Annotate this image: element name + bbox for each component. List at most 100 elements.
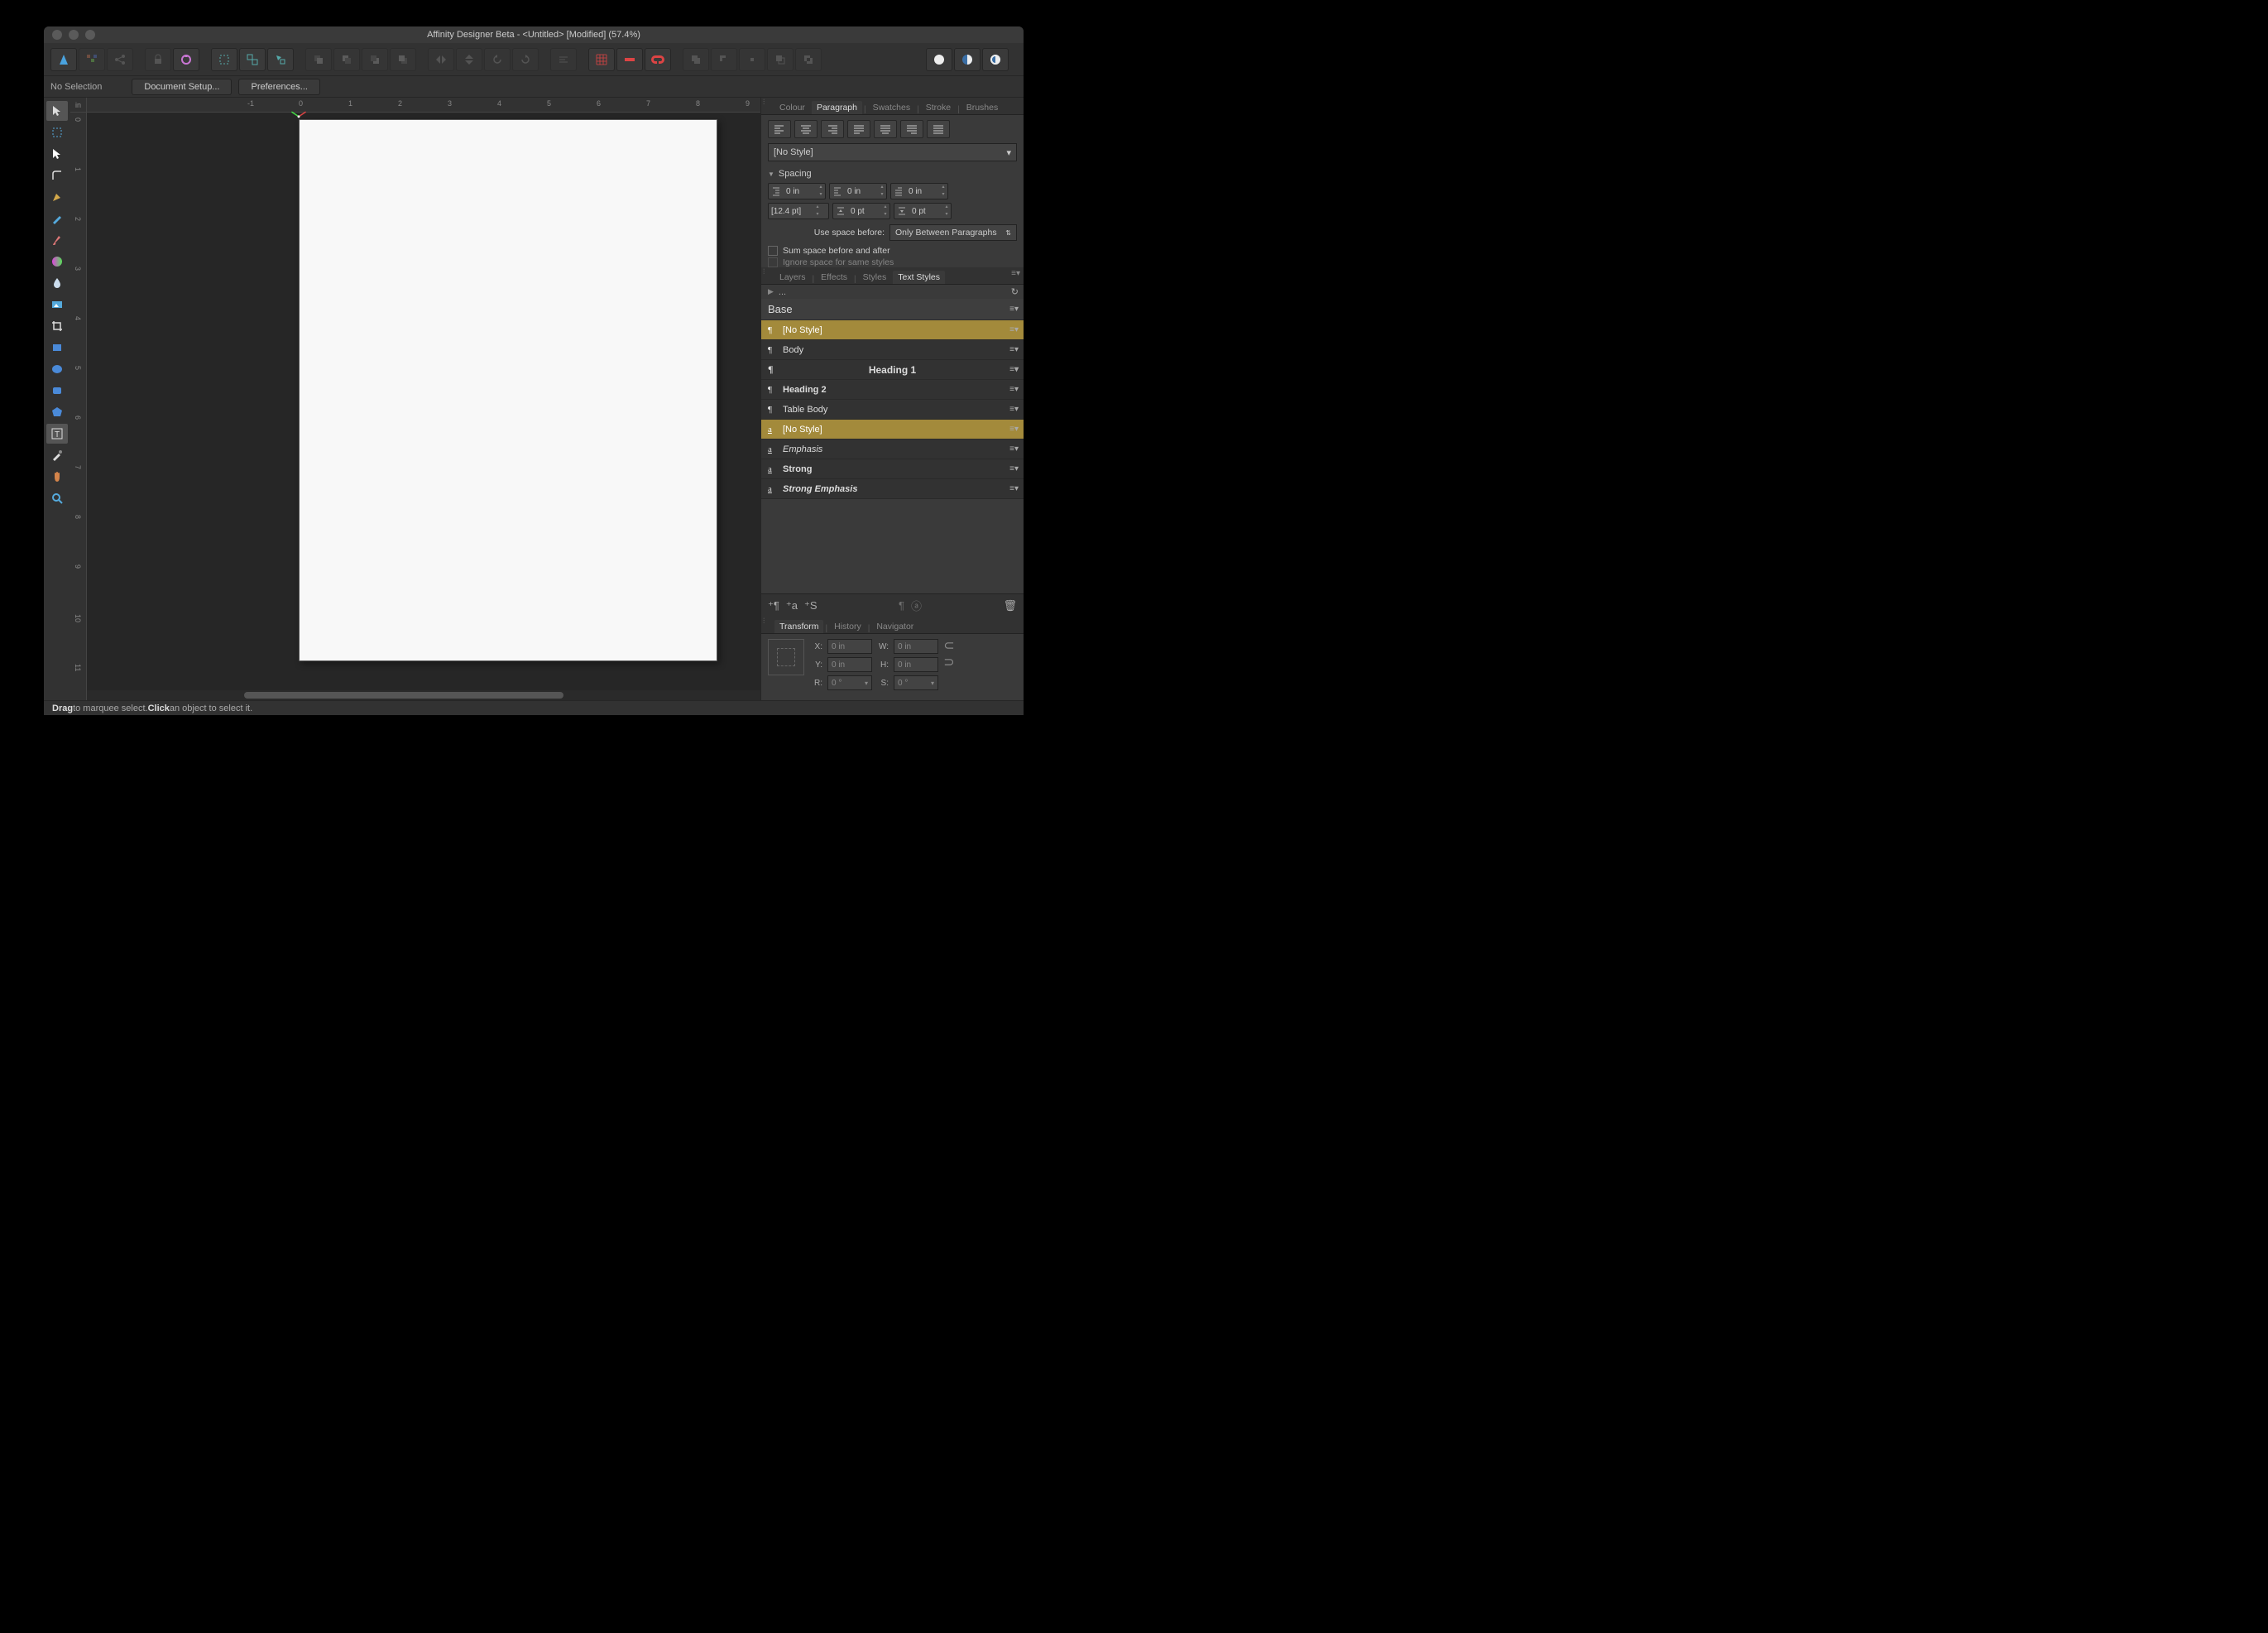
place-image-tool[interactable]: [46, 295, 68, 315]
insert-inside-button[interactable]: [982, 48, 1009, 71]
panel-grip-icon[interactable]: ⫶: [763, 267, 765, 276]
tab-history[interactable]: History: [829, 620, 866, 633]
scrollbar-thumb[interactable]: [244, 692, 563, 699]
style-no-style-character[interactable]: a[No Style]≡▾: [761, 420, 1024, 439]
link-wh-icon[interactable]: ⊂⊃: [945, 639, 953, 669]
row-menu-icon[interactable]: ≡▾: [1009, 405, 1019, 414]
row-menu-icon[interactable]: ≡▾: [1009, 444, 1019, 454]
w-input[interactable]: 0 in: [894, 639, 938, 654]
ruler-horizontal[interactable]: -1 0 1 2 3 4 5 6 7 8 9: [87, 98, 760, 113]
flip-h-button[interactable]: [428, 48, 454, 71]
row-menu-icon[interactable]: ≡▾: [1009, 365, 1019, 374]
artboard[interactable]: [299, 119, 717, 661]
select-all-button[interactable]: [211, 48, 237, 71]
export-persona-button[interactable]: [107, 48, 133, 71]
tab-transform[interactable]: Transform: [774, 620, 823, 633]
r-input[interactable]: 0 °▾: [827, 675, 872, 690]
insert-behind-button[interactable]: [954, 48, 981, 71]
style-heading-2[interactable]: ¶Heading 2≡▾: [761, 380, 1024, 400]
intersect-button[interactable]: [739, 48, 765, 71]
insert-target-button[interactable]: [926, 48, 952, 71]
style-emphasis[interactable]: aEmphasis≡▾: [761, 439, 1024, 459]
tab-layers[interactable]: Layers: [774, 271, 811, 284]
tab-stroke[interactable]: Stroke: [921, 101, 956, 114]
new-group-style-button[interactable]: ⁺S: [804, 599, 818, 612]
forward-one-button[interactable]: [362, 48, 388, 71]
text-styles-breadcrumb[interactable]: ▶ ... ↻: [761, 284, 1024, 299]
align-center-button[interactable]: [794, 120, 818, 138]
reset-icon[interactable]: ↻: [1011, 286, 1019, 297]
move-tool[interactable]: [46, 101, 68, 121]
justify-right-button[interactable]: [900, 120, 923, 138]
space-before-input[interactable]: ▴▾: [832, 203, 890, 219]
flip-v-button[interactable]: [456, 48, 482, 71]
pixel-persona-button[interactable]: [79, 48, 105, 71]
left-indent-input[interactable]: ▴▾: [768, 183, 826, 199]
ruler-vertical[interactable]: 0 1 2 3 4 5 6 7 8 9 10 11: [70, 113, 87, 700]
style-base[interactable]: Base≡▾: [761, 299, 1024, 320]
synchronize-defaults-button[interactable]: [173, 48, 199, 71]
divide-button[interactable]: [767, 48, 794, 71]
horizontal-scrollbar[interactable]: [87, 690, 760, 700]
pencil-tool[interactable]: [46, 209, 68, 228]
tab-styles[interactable]: Styles: [858, 271, 892, 284]
snap-grid-button[interactable]: [588, 48, 615, 71]
current-character-icon[interactable]: ⓐ: [911, 598, 922, 613]
right-indent-input[interactable]: ▴▾: [829, 183, 887, 199]
style-heading-1[interactable]: ¶Heading 1≡▾: [761, 360, 1024, 380]
first-line-indent-input[interactable]: ▴▾: [890, 183, 948, 199]
tab-navigator[interactable]: Navigator: [871, 620, 918, 633]
hand-tool[interactable]: [46, 467, 68, 487]
tab-text-styles[interactable]: Text Styles: [893, 271, 945, 284]
x-input[interactable]: 0 in: [827, 639, 872, 654]
ignore-space-checkbox[interactable]: [768, 257, 778, 267]
crop-tool[interactable]: [46, 316, 68, 336]
polygon-tool[interactable]: [46, 402, 68, 422]
node-tool[interactable]: [46, 144, 68, 164]
new-paragraph-style-button[interactable]: ⁺¶: [768, 599, 779, 612]
row-menu-icon[interactable]: ≡▾: [1009, 325, 1019, 334]
style-strong-emphasis[interactable]: aStrong Emphasis≡▾: [761, 479, 1024, 499]
tab-paragraph[interactable]: Paragraph: [812, 101, 862, 114]
select-object-button[interactable]: [267, 48, 294, 71]
transparency-tool[interactable]: [46, 273, 68, 293]
space-after-input[interactable]: ▴▾: [894, 203, 952, 219]
row-menu-icon[interactable]: ≡▾: [1009, 305, 1019, 314]
canvas-area[interactable]: in -1 0 1 2 3 4 5 6 7 8 9 0 1 2 3 4 5: [70, 98, 760, 700]
current-paragraph-icon[interactable]: ¶: [899, 599, 904, 612]
ellipse-tool[interactable]: [46, 359, 68, 379]
maximize-button[interactable]: [85, 30, 95, 40]
style-strong[interactable]: aStrong≡▾: [761, 459, 1024, 479]
corner-tool[interactable]: [46, 166, 68, 185]
document-setup-button[interactable]: Document Setup...: [132, 79, 232, 95]
lock-button[interactable]: [145, 48, 171, 71]
row-menu-icon[interactable]: ≡▾: [1009, 464, 1019, 473]
rotate-ccw-button[interactable]: [484, 48, 511, 71]
panel-menu-button[interactable]: ≡▾: [1011, 269, 1020, 278]
delete-style-button[interactable]: 🗑: [1004, 599, 1018, 612]
style-body[interactable]: ¶Body≡▾: [761, 340, 1024, 360]
brush-tool[interactable]: [46, 230, 68, 250]
snap-baseline-button[interactable]: [616, 48, 643, 71]
anchor-selector[interactable]: [768, 639, 804, 675]
add-union-button[interactable]: [683, 48, 709, 71]
subtract-button[interactable]: [711, 48, 737, 71]
zoom-tool[interactable]: [46, 488, 68, 508]
select-same-button[interactable]: [239, 48, 266, 71]
panel-grip-icon[interactable]: ⫶: [763, 98, 765, 107]
use-space-before-select[interactable]: Only Between Paragraphs ⇅: [889, 224, 1017, 241]
row-menu-icon[interactable]: ≡▾: [1009, 345, 1019, 354]
align-right-button[interactable]: [821, 120, 844, 138]
row-menu-icon[interactable]: ≡▾: [1009, 385, 1019, 394]
snapping-button[interactable]: [645, 48, 671, 71]
color-picker-tool[interactable]: [46, 445, 68, 465]
h-input[interactable]: 0 in: [894, 657, 938, 672]
text-tool[interactable]: T: [46, 424, 68, 444]
rotate-cw-button[interactable]: [512, 48, 539, 71]
minimize-button[interactable]: [69, 30, 79, 40]
back-one-button[interactable]: [333, 48, 360, 71]
sum-space-checkbox[interactable]: [768, 246, 778, 256]
y-input[interactable]: 0 in: [827, 657, 872, 672]
ruler-unit[interactable]: in: [70, 98, 87, 113]
spacing-section-header[interactable]: ▼ Spacing: [761, 166, 1024, 181]
